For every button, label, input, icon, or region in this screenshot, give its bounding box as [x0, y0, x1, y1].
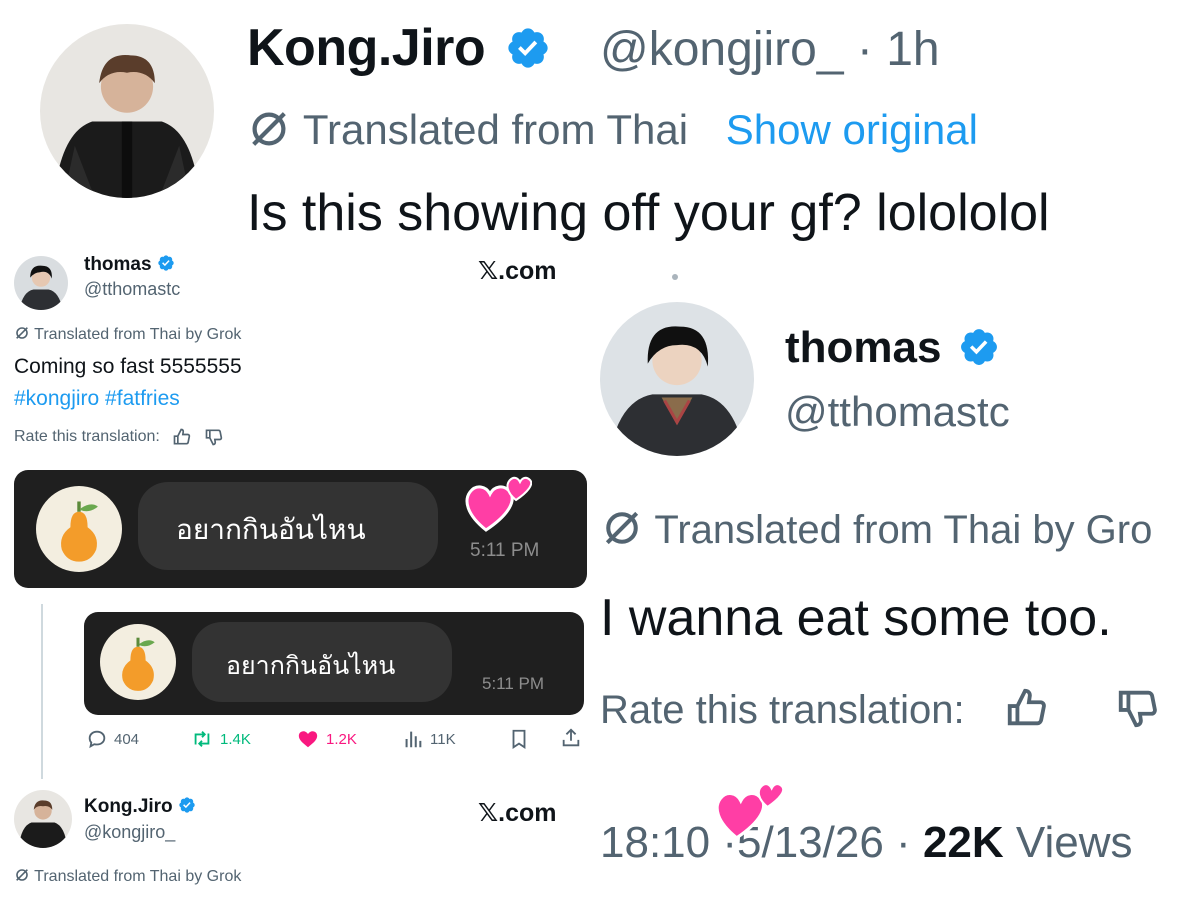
avatar-image	[14, 256, 68, 310]
bottom-post-translation-bar: Translated from Thai by Grok	[14, 868, 241, 886]
views-count: 11K	[430, 730, 456, 748]
right-post-handle[interactable]: @tthomastc	[785, 388, 1010, 436]
verified-badge-icon	[508, 28, 548, 68]
repost-button[interactable]: 1.4K	[190, 728, 251, 750]
heart-sticker-icon	[465, 476, 532, 532]
translate-icon	[16, 327, 28, 340]
left-post-handle[interactable]: @tthomastc	[84, 279, 180, 300]
bottom-post-name[interactable]: Kong.Jiro	[84, 796, 196, 818]
views-label: Views	[1015, 818, 1133, 867]
right-post-translation-bar: Translated from Thai by Gro	[600, 508, 1152, 553]
verified-badge-icon	[158, 255, 174, 272]
chat-screenshot-small: อยากกินอันไหน 5:11 PM	[84, 612, 584, 715]
kongjiro-avatar-small[interactable]	[14, 790, 72, 848]
avatar-image	[600, 302, 754, 456]
verified-badge-icon	[960, 329, 997, 366]
divider-dot	[672, 274, 678, 280]
bottom-post-handle[interactable]: @kongjiro_	[84, 822, 175, 843]
kongjiro-avatar-large[interactable]	[40, 24, 214, 198]
views-button[interactable]: 11K	[402, 728, 456, 750]
right-post-rate-bar: Rate this translation:	[600, 688, 1161, 733]
left-post-rate-bar: Rate this translation:	[14, 427, 224, 447]
translate-icon	[252, 112, 286, 146]
post-time[interactable]: 18:10	[600, 818, 710, 867]
show-original-link[interactable]: Show original	[726, 106, 978, 153]
thomas-avatar-small[interactable]	[14, 256, 68, 310]
chat-bubble: อยากกินอันไหน	[192, 622, 452, 702]
views-count[interactable]: 22K	[923, 818, 1004, 867]
thumbs-up-icon[interactable]	[1004, 685, 1050, 731]
like-count: 1.2K	[326, 730, 357, 748]
pear-avatar-icon	[36, 486, 122, 572]
right-post-name[interactable]: thomas	[785, 323, 1000, 373]
thomas-avatar-large[interactable]	[600, 302, 754, 456]
chat-message: อยากกินอันไหน	[176, 513, 366, 546]
left-post-name[interactable]: thomas	[84, 254, 175, 276]
top-post-name[interactable]: Kong.Jiro	[247, 18, 551, 78]
top-post-age[interactable]: 1h	[886, 23, 939, 76]
pear-avatar-icon	[100, 624, 176, 700]
translate-icon	[605, 512, 639, 545]
top-post-text: Is this showing off your gf? lolololol	[247, 184, 1050, 242]
chat-bubble: อยากกินอันไหน	[138, 482, 438, 570]
reply-count: 404	[114, 730, 140, 748]
chat-message: อยากกินอันไหน	[226, 651, 396, 680]
thumbs-up-icon[interactable]	[172, 427, 192, 447]
bookmark-icon[interactable]	[508, 728, 530, 750]
rate-label: Rate this translation:	[600, 688, 965, 732]
like-button[interactable]: 1.2K	[296, 728, 357, 750]
avatar-image	[14, 790, 72, 848]
separator-dot: ·	[856, 23, 873, 76]
left-post-translation-bar: Translated from Thai by Grok	[14, 326, 241, 344]
heart-icon	[298, 731, 318, 748]
verified-badge-icon	[179, 797, 195, 814]
avatar-image	[40, 24, 214, 198]
thread-line	[41, 604, 43, 779]
reply-button[interactable]: 404	[86, 728, 139, 750]
right-post-text: I wanna eat some too.	[600, 589, 1112, 647]
thumbs-down-icon[interactable]	[1115, 685, 1161, 731]
xcom-watermark: 𝕏.com	[478, 257, 557, 285]
right-post-meta: 18:10 ·5/13/26 · 22K Views	[600, 818, 1132, 868]
translate-icon	[16, 869, 28, 882]
chat-time: 5:11 PM	[470, 540, 540, 561]
repost-icon	[194, 731, 210, 747]
top-post-handle[interactable]: @kongjiro_	[600, 23, 844, 76]
top-post-translation-bar: Translated from Thai Show original	[246, 106, 978, 154]
left-post-hashtags[interactable]: #kongjiro #fatfries	[14, 387, 180, 411]
separator-dot: ·	[896, 818, 911, 867]
reply-icon	[88, 730, 106, 749]
views-icon	[405, 731, 422, 748]
translated-label: Translated from Thai	[302, 106, 689, 153]
share-icon[interactable]	[560, 726, 582, 750]
heart-sticker-icon	[715, 783, 784, 840]
xcom-watermark: 𝕏.com	[478, 799, 557, 827]
rate-label: Rate this translation:	[14, 428, 160, 445]
top-post-handle-line: @kongjiro_ · 1h	[600, 22, 940, 77]
chat-time: 5:11 PM	[482, 674, 545, 693]
repost-count: 1.4K	[220, 730, 251, 748]
thumbs-down-icon[interactable]	[204, 427, 224, 447]
left-post-text: Coming so fast 5555555	[14, 355, 242, 378]
